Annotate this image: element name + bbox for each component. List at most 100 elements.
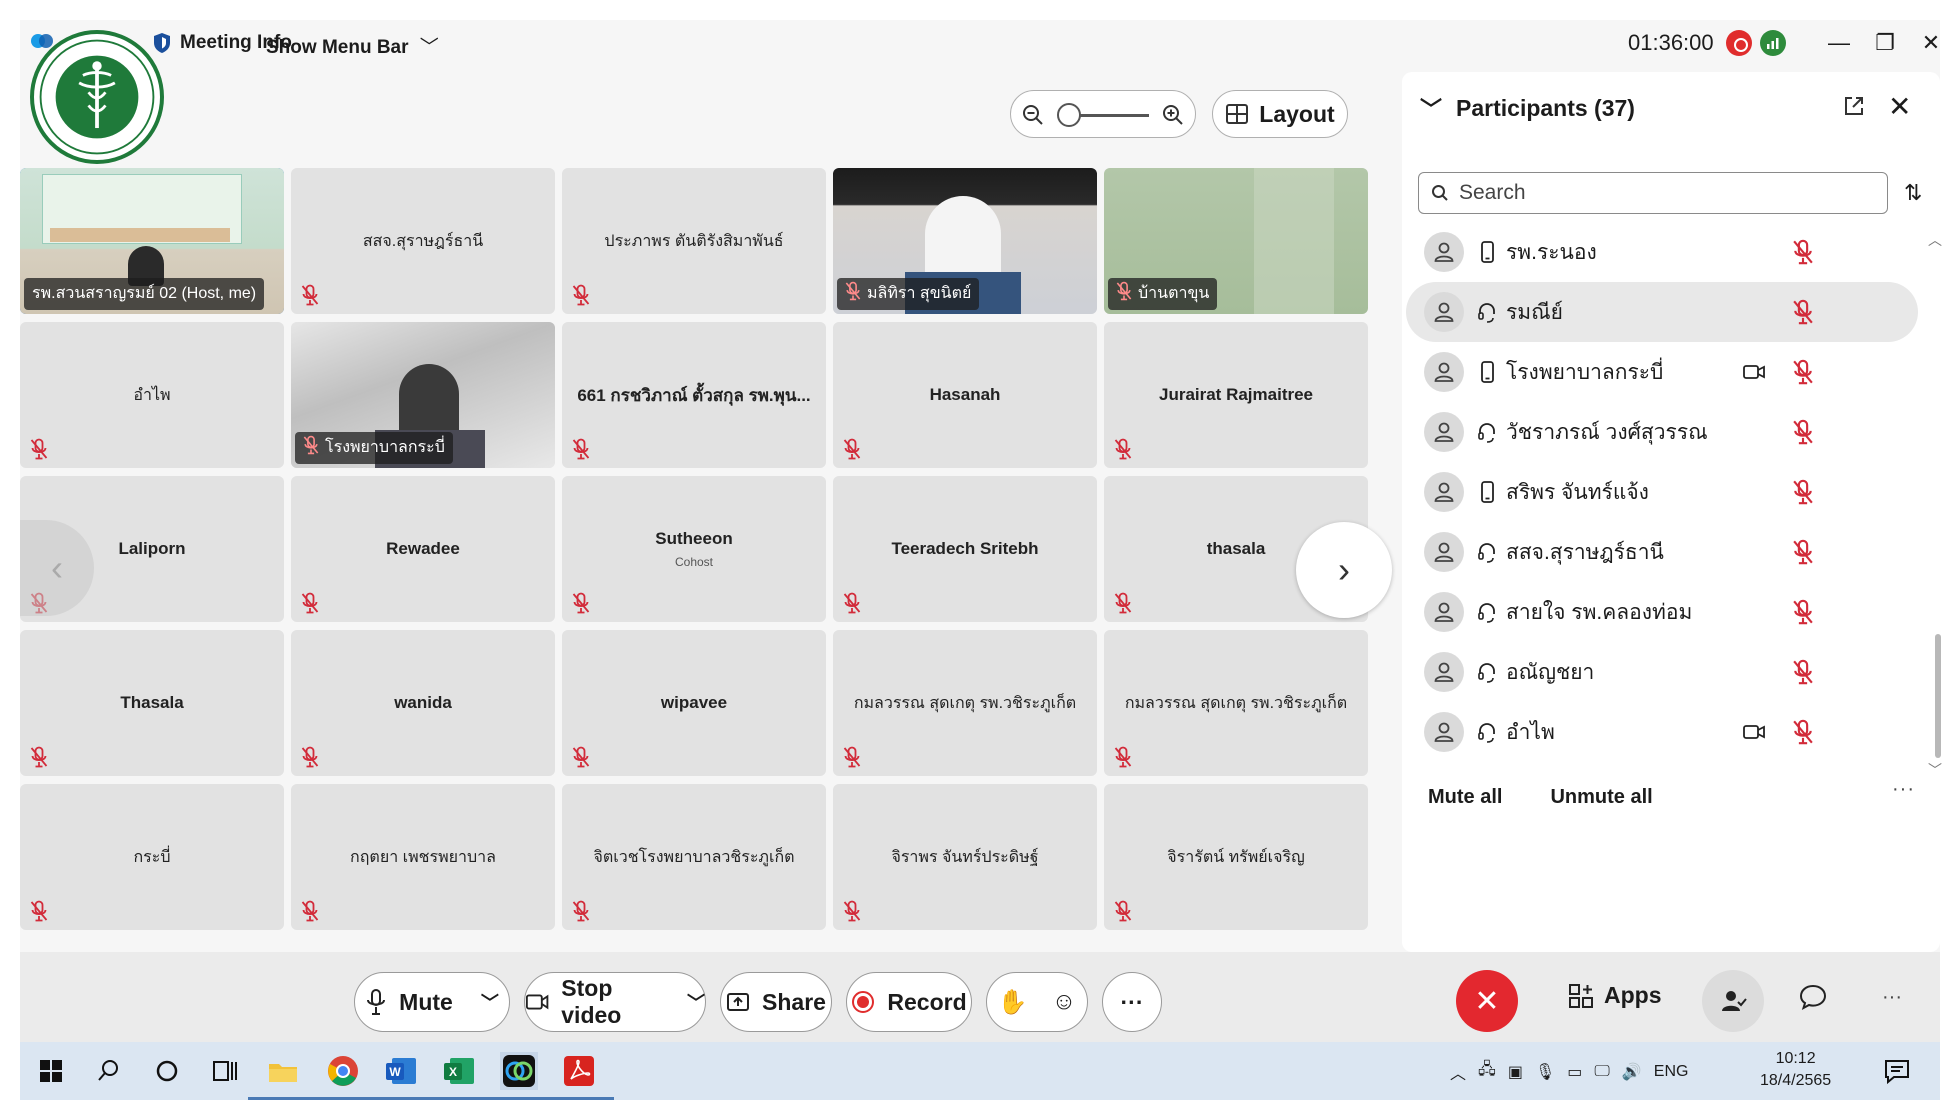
zoom-knob[interactable] bbox=[1057, 103, 1081, 127]
participant-video-tile[interactable]: Jurairat Rajmaitree bbox=[1104, 322, 1368, 468]
more-options-button[interactable]: ··· bbox=[1102, 972, 1162, 1032]
battery-icon[interactable]: ▭ bbox=[1567, 1062, 1582, 1082]
participant-video-tile[interactable]: wipavee bbox=[562, 630, 826, 776]
excel-icon[interactable]: X bbox=[424, 1052, 494, 1100]
end-meeting-button[interactable]: ✕ bbox=[1456, 970, 1518, 1032]
panel-more-options-icon[interactable]: ··· bbox=[1892, 778, 1915, 801]
cortana-icon[interactable] bbox=[148, 1052, 186, 1090]
participant-video-tile[interactable]: Sutheeon Cohost bbox=[562, 476, 826, 622]
muted-mic-icon[interactable] bbox=[1792, 299, 1814, 325]
muted-mic-icon[interactable] bbox=[1792, 359, 1814, 385]
video-zoom-slider[interactable] bbox=[1010, 90, 1196, 138]
sort-icon[interactable]: ⇅ bbox=[1904, 180, 1922, 206]
network-stats-icon[interactable] bbox=[1760, 30, 1786, 56]
participant-video-tile[interactable]: โรงพยาบาลกระบี่ bbox=[291, 322, 555, 468]
participant-video-tile[interactable]: Hasanah bbox=[833, 322, 1097, 468]
muted-mic-icon[interactable] bbox=[1792, 539, 1814, 565]
network-drive-icon[interactable]: 🖧 bbox=[1478, 1058, 1496, 1085]
participant-video-tile[interactable]: อำไพ bbox=[20, 322, 284, 468]
raise-hand-icon[interactable]: ✋ bbox=[998, 988, 1028, 1017]
participant-video-tile[interactable]: ประภาพร ตันติรังสิมาพันธ์ bbox=[562, 168, 826, 314]
participant-video-tile[interactable]: Teeradech Sritebh bbox=[833, 476, 1097, 622]
pop-out-icon[interactable] bbox=[1842, 94, 1866, 118]
mute-all-button[interactable]: Mute all bbox=[1428, 786, 1502, 809]
taskbar-clock[interactable]: 10:12 18/4/2565 bbox=[1760, 1048, 1831, 1092]
layout-button[interactable]: Layout bbox=[1212, 90, 1348, 138]
chrome-icon[interactable] bbox=[308, 1052, 378, 1100]
tray-chevron-up-icon[interactable]: ︿ bbox=[1450, 1060, 1466, 1084]
participants-toggle-button[interactable] bbox=[1702, 970, 1764, 1032]
chat-icon[interactable] bbox=[1798, 982, 1828, 1012]
participant-list-item[interactable]: สสจ.สุราษฎร์ธานี bbox=[1406, 522, 1918, 582]
participant-video-tile[interactable]: กฤตยา เพชรพยาบาล bbox=[291, 784, 555, 930]
webex-taskbar-icon[interactable] bbox=[484, 1052, 554, 1100]
minimize-window-button[interactable]: — bbox=[1824, 28, 1854, 58]
participant-list-item[interactable]: รมณีย์ bbox=[1406, 282, 1918, 342]
mute-options-chevron-icon[interactable]: ﹀ bbox=[481, 989, 499, 1015]
task-view-icon[interactable] bbox=[206, 1052, 244, 1090]
recording-indicator-icon[interactable] bbox=[1726, 30, 1752, 56]
acrobat-icon[interactable] bbox=[544, 1052, 614, 1100]
emoji-reaction-icon[interactable]: ☺ bbox=[1052, 988, 1077, 1016]
participant-list-scrollbar[interactable]: ︿ ﹀ bbox=[1928, 232, 1942, 778]
participant-video-tile[interactable]: Thasala bbox=[20, 630, 284, 776]
muted-mic-icon[interactable] bbox=[1792, 599, 1814, 625]
participant-list-item[interactable]: อำไพ bbox=[1406, 702, 1918, 762]
close-panel-button[interactable]: ✕ bbox=[1888, 90, 1911, 123]
record-button[interactable]: Record bbox=[846, 972, 972, 1032]
next-page-button[interactable]: › bbox=[1296, 522, 1392, 618]
participant-video-tile[interactable]: Rewadee bbox=[291, 476, 555, 622]
display-icon[interactable]: 🖵 bbox=[1594, 1063, 1609, 1081]
muted-mic-icon[interactable] bbox=[1792, 239, 1814, 265]
participant-list-item[interactable]: สายใจ รพ.คลองท่อม bbox=[1406, 582, 1918, 642]
search-icon[interactable] bbox=[90, 1052, 128, 1090]
apps-button[interactable]: Apps bbox=[1568, 982, 1662, 1009]
zoom-in-icon[interactable] bbox=[1161, 103, 1185, 127]
participant-video-tile[interactable]: 661 กรชวิภาณ์ ตั้วสกุล รพ.พุน... bbox=[562, 322, 826, 468]
participant-list-item[interactable]: สริพร จันทร์แจ้ง bbox=[1406, 462, 1918, 522]
device-icon[interactable]: ▣ bbox=[1508, 1062, 1523, 1082]
mute-button[interactable]: Mute ﹀ bbox=[354, 972, 510, 1032]
word-icon[interactable]: W bbox=[366, 1052, 436, 1100]
participant-video-tile[interactable]: จิรารัตน์ ทรัพย์เจริญ bbox=[1104, 784, 1368, 930]
muted-mic-icon[interactable] bbox=[1792, 719, 1814, 745]
participant-video-tile[interactable]: กระบี่ bbox=[20, 784, 284, 930]
share-button[interactable]: Share bbox=[720, 972, 832, 1032]
participant-search-box[interactable] bbox=[1418, 172, 1888, 214]
restore-window-button[interactable]: ❐ bbox=[1870, 28, 1900, 58]
muted-mic-icon[interactable] bbox=[1792, 659, 1814, 685]
windows-start-icon[interactable] bbox=[32, 1052, 70, 1090]
video-options-chevron-icon[interactable]: ﹀ bbox=[687, 989, 705, 1015]
scrollbar-thumb[interactable] bbox=[1935, 634, 1941, 758]
zoom-out-icon[interactable] bbox=[1021, 103, 1045, 127]
microphone-tray-icon[interactable]: 🎙 bbox=[1535, 1062, 1555, 1082]
muted-mic-icon[interactable] bbox=[1792, 479, 1814, 505]
scroll-up-icon[interactable]: ︿ bbox=[1928, 230, 1942, 250]
input-language-indicator[interactable]: ENG bbox=[1654, 1063, 1689, 1081]
participant-search-input[interactable] bbox=[1459, 181, 1859, 205]
collapse-chevron-icon[interactable]: ﹀ bbox=[1420, 92, 1442, 124]
participant-video-tile[interactable]: สสจ.สุราษฎร์ธานี bbox=[291, 168, 555, 314]
unmute-all-button[interactable]: Unmute all bbox=[1550, 786, 1652, 809]
participant-video-tile[interactable]: จิตเวชโรงพยาบาลวชิระภูเก็ต bbox=[562, 784, 826, 930]
participant-video-tile[interactable]: จิราพร จันทร์ประดิษฐ์ bbox=[833, 784, 1097, 930]
file-explorer-icon[interactable] bbox=[248, 1052, 318, 1100]
stop-video-button[interactable]: Stop video ﹀ bbox=[524, 972, 706, 1032]
participant-video-tile[interactable]: มลิทิรา สุขนิตย์ bbox=[833, 168, 1097, 314]
muted-mic-icon[interactable] bbox=[1792, 419, 1814, 445]
participant-video-tile[interactable]: กมลวรรณ สุดเกตุ รพ.วชิระภูเก็ต bbox=[1104, 630, 1368, 776]
video-on-icon[interactable] bbox=[1742, 722, 1766, 742]
participant-list-item[interactable]: รพ.ระนอง bbox=[1406, 222, 1918, 282]
video-on-icon[interactable] bbox=[1742, 362, 1766, 382]
participant-list-item[interactable]: อณัญชยา bbox=[1406, 642, 1918, 702]
participant-list-item[interactable]: วัชราภรณ์ วงศ์สุวรรณ bbox=[1406, 402, 1918, 462]
participant-video-tile[interactable]: รพ.สวนสราญรมย์ 02 (Host, me) bbox=[20, 168, 284, 314]
volume-icon[interactable]: 🔊 bbox=[1622, 1062, 1642, 1082]
notification-center-icon[interactable] bbox=[1882, 1056, 1912, 1086]
control-bar-more-icon[interactable]: ··· bbox=[1882, 986, 1902, 1009]
participant-list-item[interactable]: โรงพยาบาลกระบี่ bbox=[1406, 342, 1918, 402]
scroll-down-icon[interactable]: ﹀ bbox=[1928, 760, 1942, 780]
show-menu-bar-button[interactable]: Show Menu Bar ﹀ bbox=[266, 32, 439, 59]
participant-video-tile[interactable]: บ้านตาขุน bbox=[1104, 168, 1368, 314]
participant-video-tile[interactable]: wanida bbox=[291, 630, 555, 776]
